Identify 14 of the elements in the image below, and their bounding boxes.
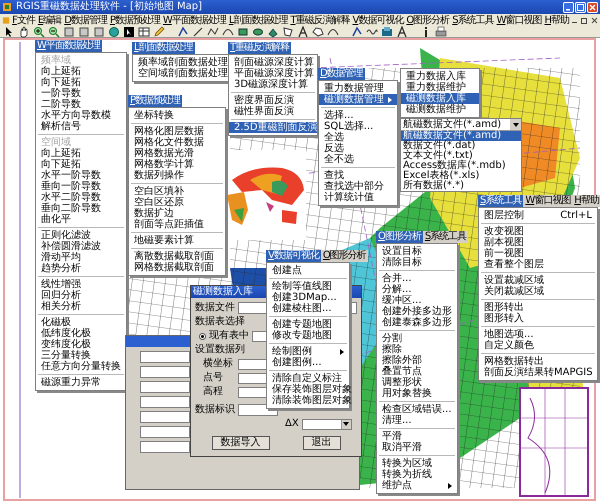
field-label: 点号 [203,372,224,384]
field-label: 横坐标 [203,358,234,370]
field-label: 高程 [203,386,224,398]
radio-label: 现有表中 [209,330,249,342]
combo-value: 航磁数据文件(*.amd) [402,119,502,130]
dialog-title: 磁测数据入库 [193,286,253,298]
window-title: RGIS重磁数据处理软件 - [初始地图 Map] [16,1,202,13]
field-label: 数据标识 [195,404,235,416]
field-label: ΔX [285,418,299,430]
menu-caption: 频率域 [40,55,71,66]
group-label: 数据表选择 [195,316,245,328]
field-label: 数据文件 [195,302,235,314]
group-label: 设置数据列 [195,344,245,356]
menu-caption: 空间域 [40,137,71,148]
